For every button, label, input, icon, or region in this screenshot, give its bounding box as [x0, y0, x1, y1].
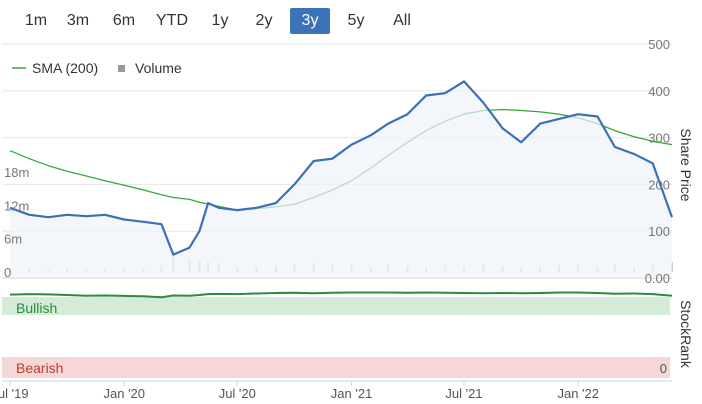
bearish-band	[2, 357, 670, 378]
x-tick-label: Jul '19	[0, 386, 29, 401]
bearish-label: Bearish	[16, 360, 63, 376]
x-axis: Jul '19 Jan '20 Jul '20 Jan '21 Jul '21 Jan '…	[0, 380, 672, 401]
stockrank-line	[9, 291, 673, 299]
legend-volume-marker	[118, 65, 125, 72]
price-series	[9, 80, 674, 279]
x-tick-label: Jul '20	[219, 386, 256, 401]
x-tick-label: Jan '20	[104, 386, 146, 401]
stockrank-zero-label: 0	[660, 361, 667, 376]
stockrank-panel: Bullish Bearish 0 StockRank	[2, 291, 694, 378]
x-tick-label: Jan '22	[557, 386, 599, 401]
price-tick-label: 200	[648, 177, 670, 192]
volume-tick-label: 18m	[4, 165, 29, 180]
x-tick-label: Jul '21	[445, 386, 482, 401]
volume-tick-label: 6m	[4, 232, 22, 247]
price-axis-label: Share Price	[678, 128, 694, 201]
price-tick-label: 400	[648, 84, 670, 99]
bullish-band	[2, 297, 670, 315]
bullish-label: Bullish	[16, 300, 57, 316]
price-tick-label: 300	[648, 131, 670, 146]
legend-sma-label: SMA (200)	[32, 60, 98, 76]
volume-tick-label: 0	[4, 265, 11, 280]
price-area	[10, 81, 672, 279]
volume-tick-label: 12m	[4, 198, 29, 213]
price-tick-label: 0.00	[645, 271, 670, 286]
price-tick-label: 500	[648, 37, 670, 52]
x-tick-label: Jan '21	[331, 386, 373, 401]
legend: SMA (200) Volume	[12, 60, 182, 76]
stockrank-axis-label: StockRank	[678, 300, 694, 369]
price-tick-label: 100	[648, 224, 670, 239]
stock-chart: 5004003002001000.00Share Price18m12m6m0 …	[0, 37, 694, 401]
legend-volume-label: Volume	[135, 60, 182, 76]
